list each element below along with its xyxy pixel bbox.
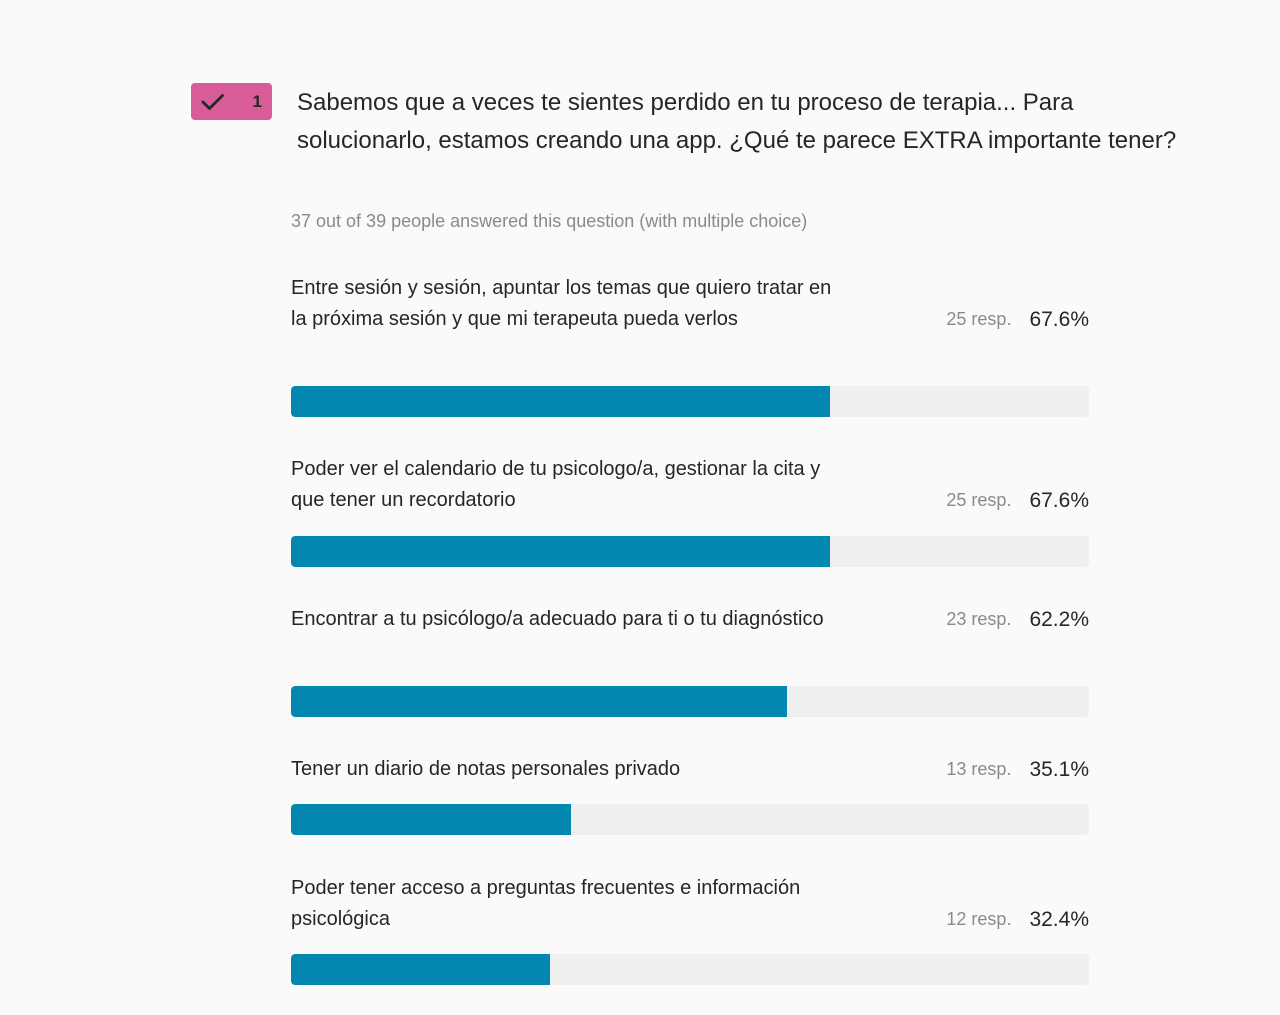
option-progress-bar [291, 954, 1089, 985]
answer-option: Entre sesión y sesión, apuntar los temas… [291, 273, 1089, 335]
option-response-count: 12 resp. [946, 909, 1012, 929]
option-progress-fill [291, 686, 788, 717]
question-number: 1 [252, 91, 262, 111]
question-title: Sabemos que a veces te sientes perdido e… [297, 89, 1177, 154]
option-stats: 13 resp. 35.1% [946, 754, 1089, 785]
option-stats: 23 resp. 62.2% [946, 604, 1089, 635]
option-progress-fill [291, 386, 831, 417]
option-stats: 12 resp. 32.4% [946, 904, 1089, 935]
option-label: Encontrar a tu psicólogo/a adecuado para… [291, 608, 824, 630]
option-percentage: 62.2% [1029, 607, 1089, 631]
option-label: Entre sesión y sesión, apuntar los temas… [291, 277, 832, 330]
option-progress-fill [291, 804, 572, 835]
option-percentage: 35.1% [1029, 757, 1089, 781]
answer-option: Tener un diario de notas personales priv… [291, 754, 1089, 785]
checkmark-icon [201, 93, 224, 110]
option-progress-bar [291, 386, 1089, 417]
option-response-count: 25 resp. [946, 309, 1012, 329]
option-stats: 25 resp. 67.6% [946, 485, 1089, 516]
survey-results-page: 1 Sabemos que a veces te sientes perdido… [0, 0, 1280, 1015]
option-percentage: 67.6% [1029, 488, 1089, 512]
question-number-badge: 1 [191, 83, 272, 120]
option-progress-bar [291, 686, 1089, 717]
answer-option: Encontrar a tu psicólogo/a adecuado para… [291, 604, 1089, 635]
option-label: Tener un diario de notas personales priv… [291, 758, 681, 780]
answer-option: Poder tener acceso a preguntas frecuente… [291, 873, 1089, 935]
option-response-count: 25 resp. [946, 490, 1012, 510]
option-stats: 25 resp. 67.6% [946, 304, 1089, 335]
option-response-count: 13 resp. [946, 759, 1012, 779]
option-label: Poder ver el calendario de tu psicologo/… [291, 458, 821, 511]
option-progress-bar [291, 804, 1089, 835]
cropped-previous-text [191, 0, 591, 4]
answer-option: Poder ver el calendario de tu psicologo/… [291, 454, 1089, 516]
option-response-count: 23 resp. [946, 609, 1012, 629]
option-progress-bar [291, 536, 1089, 567]
option-percentage: 32.4% [1029, 907, 1089, 931]
option-percentage: 67.6% [1029, 307, 1089, 331]
option-progress-fill [291, 954, 550, 985]
option-progress-fill [291, 536, 831, 567]
option-label: Poder tener acceso a preguntas frecuente… [291, 877, 801, 930]
answered-summary: 37 out of 39 people answered this questi… [291, 211, 808, 231]
